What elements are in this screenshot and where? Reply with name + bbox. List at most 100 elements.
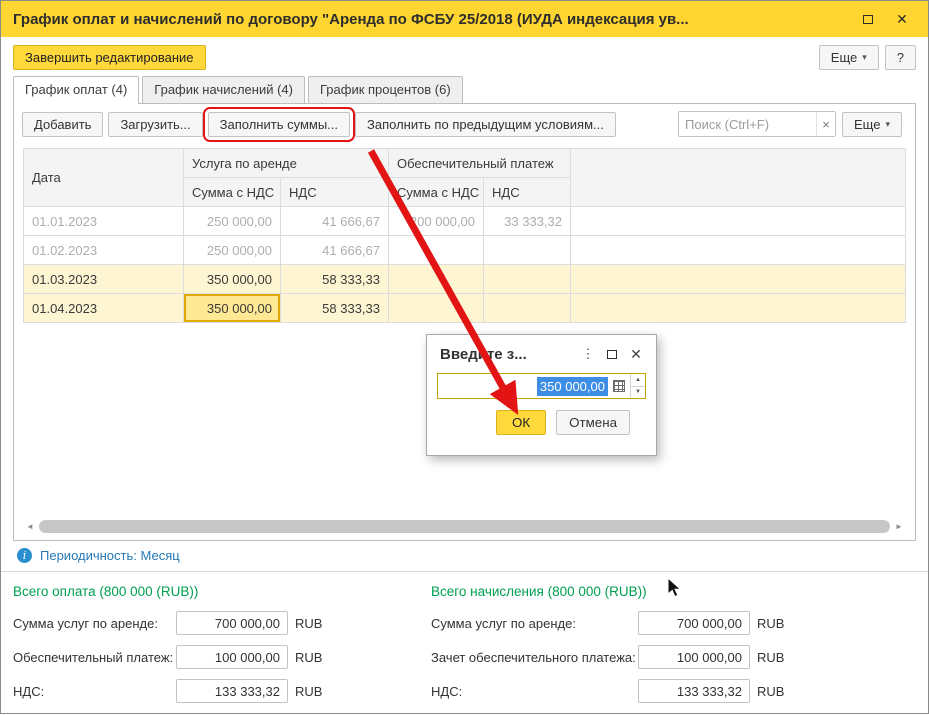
maximize-square (607, 349, 617, 359)
more-button-toolbar[interactable]: Еще ▾ (842, 111, 902, 137)
currency-label: RUB (757, 649, 785, 665)
spinner-up-icon[interactable]: ▲ (631, 374, 645, 387)
total-field-row: Сумма услуг по аренде: 700 000,00 RUB (431, 611, 916, 635)
vat-field[interactable]: 133 333,32 (176, 679, 288, 703)
cell-service-sum[interactable]: 250 000,00 (183, 235, 281, 265)
add-button[interactable]: Добавить (22, 111, 104, 137)
tab-interest-schedule[interactable]: График процентов (6) (307, 76, 463, 103)
field-label: НДС: (431, 683, 463, 699)
col-header-security-deposit[interactable]: Обеспечительный платеж (387, 148, 572, 178)
finish-editing-button[interactable]: Завершить редактирование (13, 45, 206, 70)
tab-payment-schedule[interactable]: График оплат (4) (13, 76, 140, 104)
cell-service-sum[interactable]: 350 000,00 (183, 264, 281, 294)
cell-date[interactable]: 01.04.2023 (23, 293, 184, 323)
cell-filler (570, 293, 906, 323)
field-label: НДС: (13, 683, 45, 699)
table-row[interactable]: 01.02.2023 250 000,00 41 666,67 (23, 235, 906, 265)
payment-schedule-panel: Добавить Загрузить... Заполнить суммы...… (13, 103, 916, 541)
table-toolbar: Добавить Загрузить... Заполнить суммы...… (14, 104, 915, 143)
scroll-right-icon[interactable]: ► (892, 522, 906, 531)
col-header-date[interactable]: Дата (23, 148, 184, 207)
dialog-buttons: ОК Отмена (437, 399, 646, 447)
rent-service-sum-field[interactable]: 700 000,00 (176, 611, 288, 635)
table-row[interactable]: 01.01.2023 250 000,00 41 666,67 200 000,… (23, 206, 906, 236)
chevron-down-icon: ▾ (885, 118, 890, 129)
total-field-row: НДС: 133 333,32 RUB (13, 679, 431, 703)
calculator-icon[interactable] (613, 380, 625, 392)
cell-date[interactable]: 01.01.2023 (23, 206, 184, 236)
currency-label: RUB (295, 683, 323, 699)
totals-section: Всего оплата (800 000 (RUB)) Сумма услуг… (1, 572, 928, 713)
value-input[interactable]: 350 000,00 ▲ ▼ (437, 373, 646, 399)
vat-field[interactable]: 133 333,32 (638, 679, 750, 703)
cell-date[interactable]: 01.02.2023 (23, 235, 184, 265)
dialog-title: Введите з... (440, 345, 527, 363)
schedule-table: Дата Услуга по аренде Обеспечительный пл… (23, 148, 906, 323)
command-bar: Завершить редактирование Еще ▾ ? (1, 37, 928, 76)
col-header-sum-vat-2[interactable]: Сумма с НДС (388, 177, 484, 207)
fill-previous-conditions-button[interactable]: Заполнить по предыдущим условиям... (355, 111, 616, 137)
col-header-sum-vat-1[interactable]: Сумма с НДС (183, 177, 281, 207)
dialog-titlebar: Введите з... ⋮ ✕ (427, 335, 656, 371)
col-header-rent-service[interactable]: Услуга по аренде (183, 148, 389, 178)
scroll-left-icon[interactable]: ◄ (23, 522, 37, 531)
more-button-top[interactable]: Еще ▾ (818, 45, 879, 70)
col-header-vat-2[interactable]: НДС (482, 177, 572, 207)
cell-deposit-sum[interactable] (388, 264, 484, 294)
field-label: Обеспечительный платеж: (13, 649, 174, 665)
load-button[interactable]: Загрузить... (108, 111, 203, 137)
table-header: Дата Услуга по аренде Обеспечительный пл… (23, 148, 906, 207)
fill-sums-button[interactable]: Заполнить суммы... (202, 106, 356, 142)
cell-deposit-vat[interactable] (482, 293, 572, 323)
value-input-selected-text: 350 000,00 (536, 376, 608, 396)
deposit-offset-field[interactable]: 100 000,00 (638, 645, 750, 669)
cell-service-vat[interactable]: 58 333,33 (280, 293, 389, 323)
tab-accrual-schedule[interactable]: График начислений (4) (142, 76, 305, 103)
cell-deposit-vat[interactable] (482, 235, 572, 265)
info-icon: i (17, 548, 32, 563)
help-button[interactable]: ? (884, 45, 916, 70)
dialog-maximize-icon[interactable] (600, 344, 624, 364)
search-field: × (678, 111, 837, 137)
scrollbar-thumb[interactable] (39, 520, 890, 533)
cell-service-vat[interactable]: 41 666,67 (280, 206, 389, 236)
cell-deposit-sum[interactable] (388, 235, 484, 265)
ok-button[interactable]: ОК (496, 410, 547, 435)
field-label: Зачет обеспечительного платежа: (431, 649, 636, 665)
currency-label: RUB (757, 683, 785, 699)
cell-deposit-sum[interactable]: 200 000,00 (388, 206, 484, 236)
total-field-row: Обеспечительный платеж: 100 000,00 RUB (13, 645, 431, 669)
number-spinner[interactable]: ▲ ▼ (630, 374, 645, 398)
spinner-down-icon[interactable]: ▼ (631, 387, 645, 399)
security-deposit-field[interactable]: 100 000,00 (176, 645, 288, 669)
cell-service-vat[interactable]: 41 666,67 (280, 235, 389, 265)
restore-icon[interactable] (854, 6, 882, 32)
horizontal-scrollbar[interactable]: ◄ ► (23, 519, 906, 534)
cell-deposit-vat[interactable]: 33 333,32 (482, 206, 572, 236)
cell-date[interactable]: 01.03.2023 (23, 264, 184, 294)
periodicity-link[interactable]: Периодичность: Месяц (40, 548, 180, 563)
search-clear-icon[interactable]: × (816, 112, 835, 136)
field-label: Сумма услуг по аренде: (13, 615, 158, 631)
dialog-close-icon[interactable]: ✕ (624, 344, 648, 364)
table-row[interactable]: 01.03.2023 350 000,00 58 333,33 (23, 264, 906, 294)
periodicity-row: i Периодичность: Месяц (1, 541, 928, 569)
cell-deposit-sum[interactable] (388, 293, 484, 323)
cell-filler (570, 264, 906, 294)
table-row[interactable]: 01.04.2023 350 000,00 58 333,33 (23, 293, 906, 323)
cell-service-sum[interactable]: 250 000,00 (183, 206, 281, 236)
cell-service-sum-selected[interactable]: 350 000,00 (183, 293, 281, 323)
totals-payment: Всего оплата (800 000 (RUB)) Сумма услуг… (13, 584, 431, 713)
cell-deposit-vat[interactable] (482, 264, 572, 294)
totals-accrual-title: Всего начисления (800 000 (RUB)) (431, 584, 647, 599)
rent-service-sum-field[interactable]: 700 000,00 (638, 611, 750, 635)
window-title: График оплат и начислений по договору "А… (13, 10, 689, 28)
cell-service-vat[interactable]: 58 333,33 (280, 264, 389, 294)
total-field-row: Зачет обеспечительного платежа: 100 000,… (431, 645, 916, 669)
dialog-menu-icon[interactable]: ⋮ (576, 344, 600, 364)
col-header-vat-1[interactable]: НДС (280, 177, 389, 207)
close-icon[interactable]: ✕ (888, 6, 916, 32)
currency-label: RUB (295, 649, 323, 665)
cancel-button[interactable]: Отмена (556, 410, 630, 435)
search-input[interactable] (679, 116, 817, 132)
